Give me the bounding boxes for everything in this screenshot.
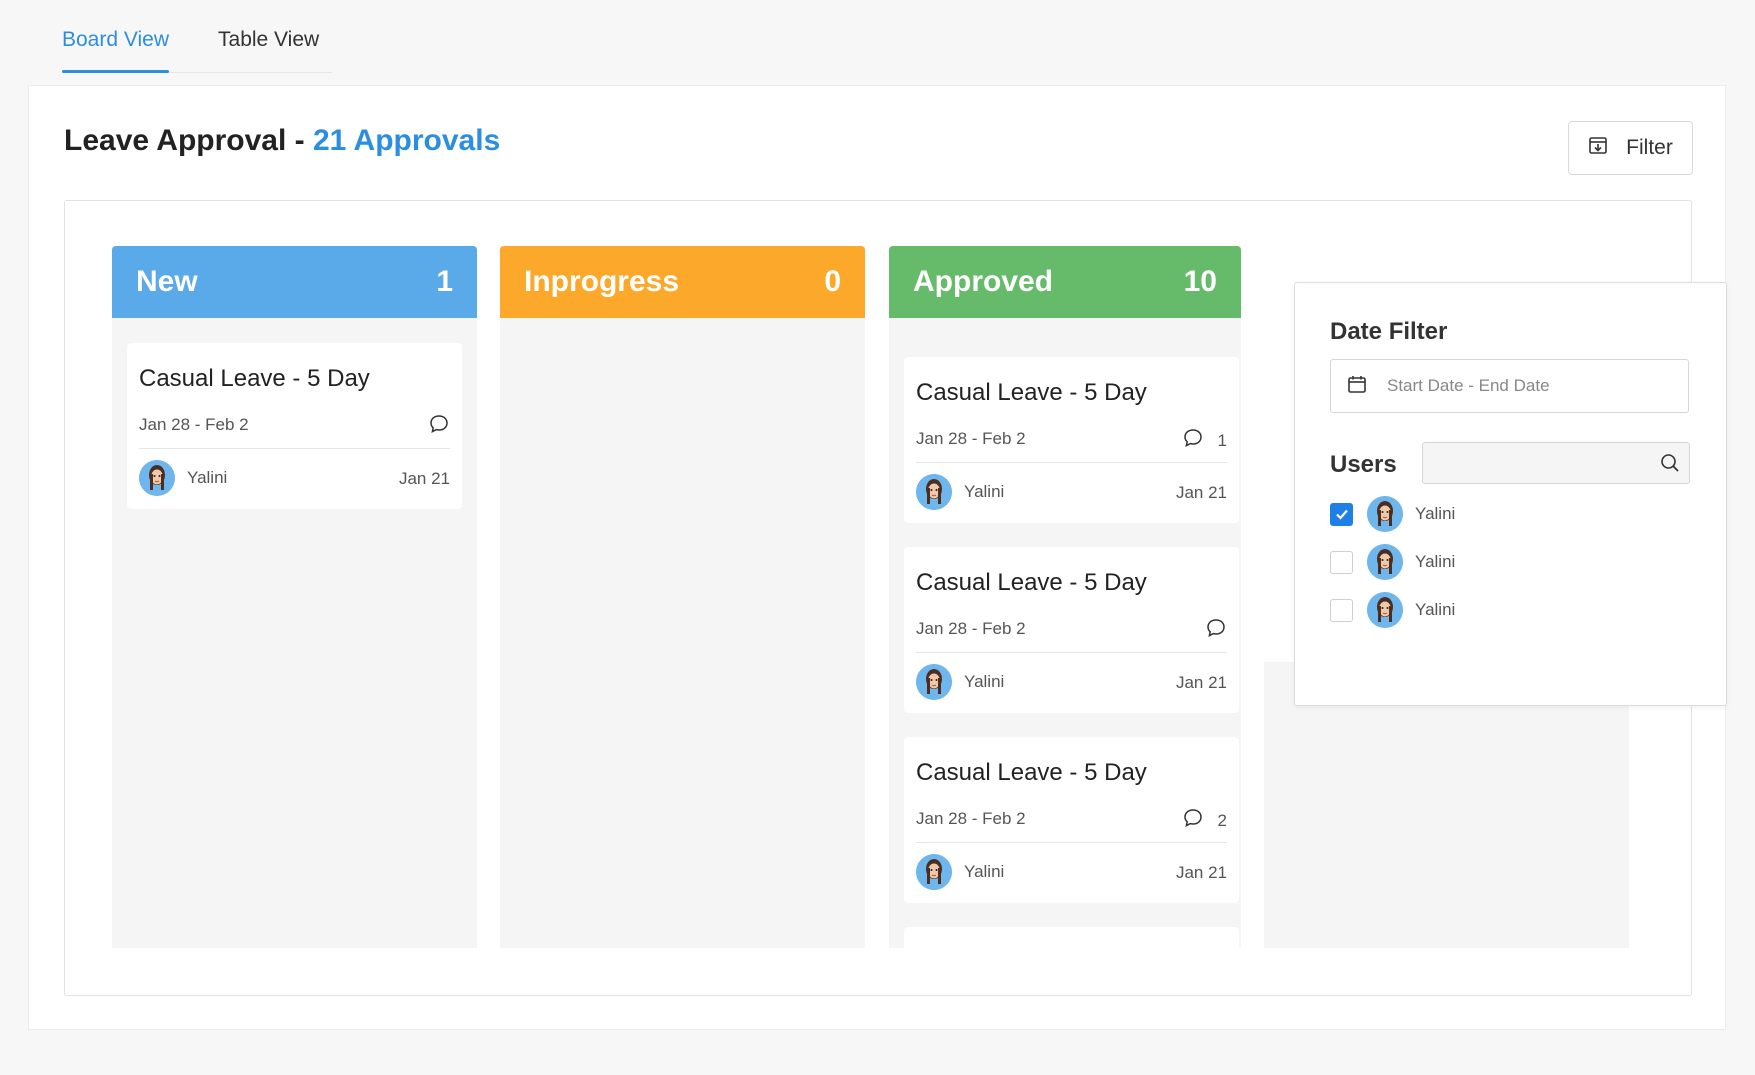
user-option-name: Yalini bbox=[1415, 600, 1456, 619]
card-comments[interactable]: 2 bbox=[1182, 807, 1227, 834]
column-count: 10 bbox=[1183, 265, 1217, 298]
page-title: Leave Approval - 21 Approvals bbox=[64, 124, 500, 158]
card-title: Casual Leave - 5 Day bbox=[139, 365, 370, 392]
leave-card-partial[interactable] bbox=[904, 927, 1239, 948]
card-comments[interactable]: 1 bbox=[1182, 427, 1227, 454]
avatar bbox=[1367, 592, 1403, 628]
comment-icon bbox=[1182, 427, 1204, 454]
user-option[interactable]: Yalini bbox=[1330, 496, 1455, 532]
column-header-inprogress: Inprogress 0 bbox=[500, 246, 865, 318]
tab-board-view[interactable]: Board View bbox=[62, 0, 170, 73]
user-checkbox-checked[interactable] bbox=[1330, 502, 1353, 526]
card-title: Casual Leave - 5 Day bbox=[916, 379, 1147, 406]
leave-card[interactable]: Casual Leave - 5 Day Jan 28 - Feb 2 2 Ya… bbox=[904, 737, 1239, 903]
card-title: Casual Leave - 5 Day bbox=[916, 569, 1147, 596]
card-user: Yalini bbox=[916, 474, 1004, 510]
user-checkbox[interactable] bbox=[1330, 598, 1353, 622]
filter-icon bbox=[1588, 135, 1608, 161]
column-count: 1 bbox=[436, 265, 453, 298]
comment-icon bbox=[1182, 807, 1204, 834]
leave-card[interactable]: Casual Leave - 5 Day Jan 28 - Feb 2 1 Ya… bbox=[904, 357, 1239, 523]
comment-icon bbox=[1205, 617, 1227, 644]
user-search-input[interactable] bbox=[1422, 442, 1690, 484]
column-title: Approved bbox=[913, 265, 1054, 298]
filter-button-label: Filter bbox=[1626, 136, 1673, 159]
card-user-name: Yalini bbox=[964, 672, 1005, 691]
user-option-name: Yalini bbox=[1415, 504, 1456, 523]
comment-count: 2 bbox=[1217, 810, 1227, 830]
card-date-range: Jan 28 - Feb 2 bbox=[916, 809, 1026, 828]
leave-card[interactable]: Casual Leave - 5 Day Jan 28 - Feb 2 Yali… bbox=[904, 547, 1239, 713]
card-user-name: Yalini bbox=[187, 468, 228, 487]
approvals-count: 21 Approvals bbox=[312, 124, 501, 157]
card-divider bbox=[916, 842, 1227, 843]
column-title: New bbox=[136, 265, 198, 298]
calendar-icon bbox=[1347, 374, 1367, 399]
card-user-name: Yalini bbox=[964, 862, 1005, 881]
card-title: Casual Leave - 5 Day bbox=[916, 759, 1147, 786]
card-divider bbox=[916, 462, 1227, 463]
avatar bbox=[916, 664, 952, 700]
page-title-text: Leave Approval - bbox=[64, 124, 313, 157]
card-date-range: Jan 28 - Feb 2 bbox=[916, 619, 1026, 638]
date-filter-title: Date Filter bbox=[1330, 318, 1448, 345]
card-request-date: Jan 21 bbox=[1175, 863, 1227, 882]
avatar bbox=[139, 460, 175, 496]
column-title: Inprogress bbox=[524, 265, 680, 298]
tab-table-view[interactable]: Table View bbox=[218, 0, 319, 72]
avatar bbox=[1367, 496, 1403, 532]
filter-button[interactable]: Filter bbox=[1568, 121, 1693, 175]
column-new: New 1 Casual Leave - 5 Day Jan 28 - Feb … bbox=[112, 246, 477, 948]
column-header-new: New 1 bbox=[112, 246, 477, 318]
search-icon bbox=[1659, 452, 1681, 479]
column-inprogress: Inprogress 0 bbox=[500, 246, 865, 948]
user-option[interactable]: Yalini bbox=[1330, 544, 1455, 580]
card-user: Yalini bbox=[916, 854, 1004, 890]
card-user: Yalini bbox=[916, 664, 1004, 700]
card-divider bbox=[916, 652, 1227, 653]
comment-icon bbox=[428, 413, 450, 440]
leave-card[interactable]: Casual Leave - 5 Day Jan 28 - Feb 2 Yali… bbox=[127, 343, 462, 509]
column-approved: Approved 10 Casual Leave - 5 Day Jan 28 … bbox=[889, 246, 1241, 948]
card-divider bbox=[139, 448, 450, 449]
card-comments[interactable] bbox=[1205, 617, 1227, 644]
comment-count: 1 bbox=[1217, 430, 1227, 450]
avatar bbox=[916, 474, 952, 510]
view-tabs: Board View Table View bbox=[62, 0, 332, 73]
avatar bbox=[1367, 544, 1403, 580]
date-range-input[interactable]: Start Date - End Date bbox=[1330, 359, 1689, 413]
card-request-date: Jan 21 bbox=[1175, 483, 1227, 502]
user-option-name: Yalini bbox=[1415, 552, 1456, 571]
card-user-name: Yalini bbox=[964, 482, 1005, 501]
card-request-date: Jan 21 bbox=[1175, 673, 1227, 692]
avatar bbox=[916, 854, 952, 890]
card-date-range: Jan 28 - Feb 2 bbox=[916, 429, 1026, 448]
card-comments[interactable] bbox=[428, 413, 450, 440]
users-filter-title: Users bbox=[1330, 451, 1397, 478]
column-header-approved: Approved 10 bbox=[889, 246, 1241, 318]
user-option[interactable]: Yalini bbox=[1330, 592, 1455, 628]
card-request-date: Jan 21 bbox=[398, 469, 450, 488]
card-date-range: Jan 28 - Feb 2 bbox=[139, 415, 249, 434]
date-range-placeholder: Start Date - End Date bbox=[1387, 376, 1550, 395]
filter-popover: Date Filter Start Date - End Date Users … bbox=[1294, 282, 1727, 706]
column-count: 0 bbox=[824, 265, 841, 298]
user-checkbox[interactable] bbox=[1330, 550, 1353, 574]
leave-approval-panel: Leave Approval - 21 Approvals Filter New… bbox=[28, 85, 1727, 1030]
card-user: Yalini bbox=[139, 460, 227, 496]
